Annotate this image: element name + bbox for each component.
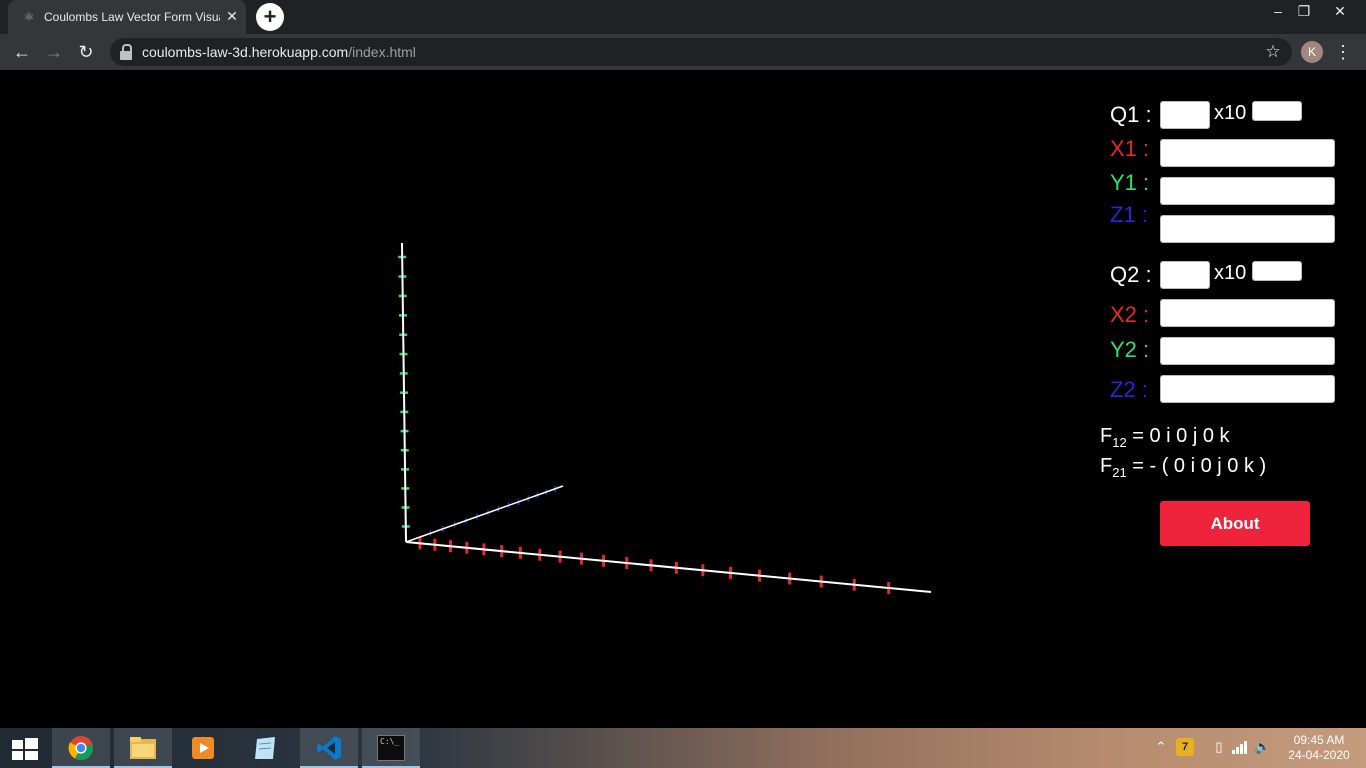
about-button[interactable]: About <box>1160 501 1310 546</box>
window-close-icon[interactable]: ✕ <box>1325 0 1355 34</box>
z1-label: Z1 : <box>1110 202 1148 227</box>
q2-input[interactable] <box>1160 261 1210 289</box>
vscode-icon <box>317 736 341 760</box>
browser-tab-strip: ⚛ Coulombs Law Vector Form Visua ✕ + – ❐… <box>0 0 1366 34</box>
notepad-icon <box>255 737 275 759</box>
windows-logo-icon <box>12 738 38 760</box>
q2-multiplier-label: x10 <box>1214 262 1247 284</box>
volume-icon[interactable]: 🔈 <box>1254 738 1272 756</box>
network-signal-icon[interactable] <box>1230 738 1248 756</box>
reload-icon[interactable]: ↻ <box>74 40 98 64</box>
z2-input[interactable] <box>1160 375 1335 403</box>
browser-menu-icon[interactable]: ⋮ <box>1334 40 1352 64</box>
taskbar-clock[interactable]: 09:45 AM 24-04-2020 <box>1282 733 1356 763</box>
force-f21-result: F21 = - ( 0 i 0 j 0 k ) <box>1100 455 1267 480</box>
taskbar-chrome[interactable] <box>52 728 110 768</box>
x1-label: X1 : <box>1110 136 1150 161</box>
tab-close-icon[interactable]: ✕ <box>224 8 240 24</box>
folder-icon <box>130 737 156 759</box>
clock-date: 24-04-2020 <box>1288 748 1350 762</box>
new-tab-button[interactable]: + <box>256 3 284 31</box>
page-content: Q1 : x10 X1 : Y1 : Z1 : Q2 : x10 X2 : Y2… <box>0 70 1366 728</box>
forward-arrow-icon[interactable]: → <box>42 40 66 64</box>
taskbar-file-explorer[interactable] <box>114 728 172 768</box>
force-f12-result: F12 = 0 i 0 j 0 k <box>1100 425 1230 450</box>
taskbar-command-prompt[interactable]: C:\_ <box>362 728 420 768</box>
chrome-icon <box>68 735 94 761</box>
lock-icon <box>120 44 132 60</box>
tray-app-icon[interactable]: 7 <box>1176 738 1194 756</box>
clock-time: 09:45 AM <box>1293 733 1345 747</box>
start-button[interactable] <box>0 728 50 768</box>
url-text: coulombs-law-3d.herokuapp.com/index.html <box>142 44 416 60</box>
coordinate-axes-3d[interactable] <box>0 70 1080 728</box>
back-arrow-icon[interactable]: ← <box>10 40 34 64</box>
x-axis <box>405 541 932 593</box>
show-hidden-icons-chevron-icon[interactable]: ⌃ <box>1152 738 1170 756</box>
taskbar-vscode[interactable] <box>300 728 358 768</box>
q1-exponent-input[interactable] <box>1252 101 1302 121</box>
taskbar-media-player[interactable] <box>174 728 232 768</box>
restore-icon[interactable]: ❐ <box>1289 0 1319 34</box>
y1-label: Y1 : <box>1110 170 1150 195</box>
z2-label: Z2 : <box>1110 377 1148 402</box>
profile-avatar[interactable]: K <box>1301 41 1323 63</box>
signal-bars-icon <box>1232 741 1247 754</box>
bookmark-star-icon[interactable]: ☆ <box>1262 41 1284 63</box>
q1-input[interactable] <box>1160 101 1210 129</box>
x2-label: X2 : <box>1110 302 1150 327</box>
q1-label: Q1 : <box>1110 102 1152 127</box>
q2-label: Q2 : <box>1110 262 1152 287</box>
x2-input[interactable] <box>1160 299 1335 327</box>
x1-input[interactable] <box>1160 139 1335 167</box>
browser-tab[interactable]: ⚛ Coulombs Law Vector Form Visua ✕ <box>8 0 246 34</box>
browser-toolbar: ← → ↻ coulombs-law-3d.herokuapp.com/inde… <box>0 34 1366 70</box>
z1-input[interactable] <box>1160 215 1335 243</box>
page-favicon-icon: ⚛ <box>23 10 35 24</box>
battery-icon[interactable]: ▯ <box>1210 738 1228 756</box>
command-prompt-icon: C:\_ <box>377 735 405 761</box>
y1-input[interactable] <box>1160 177 1335 205</box>
y2-input[interactable] <box>1160 337 1335 365</box>
q1-multiplier-label: x10 <box>1214 102 1247 124</box>
y2-label: Y2 : <box>1110 337 1150 362</box>
taskbar-notepad[interactable] <box>236 728 294 768</box>
z-axis <box>405 485 564 543</box>
tab-title: Coulombs Law Vector Form Visua <box>44 10 220 24</box>
media-player-icon <box>192 737 214 759</box>
address-bar[interactable]: coulombs-law-3d.herokuapp.com/index.html… <box>110 38 1292 66</box>
q2-exponent-input[interactable] <box>1252 261 1302 281</box>
windows-taskbar: C:\_ ⌃ 7 ▯ 🔈 09:45 AM 24-04-2020 <box>0 728 1366 768</box>
